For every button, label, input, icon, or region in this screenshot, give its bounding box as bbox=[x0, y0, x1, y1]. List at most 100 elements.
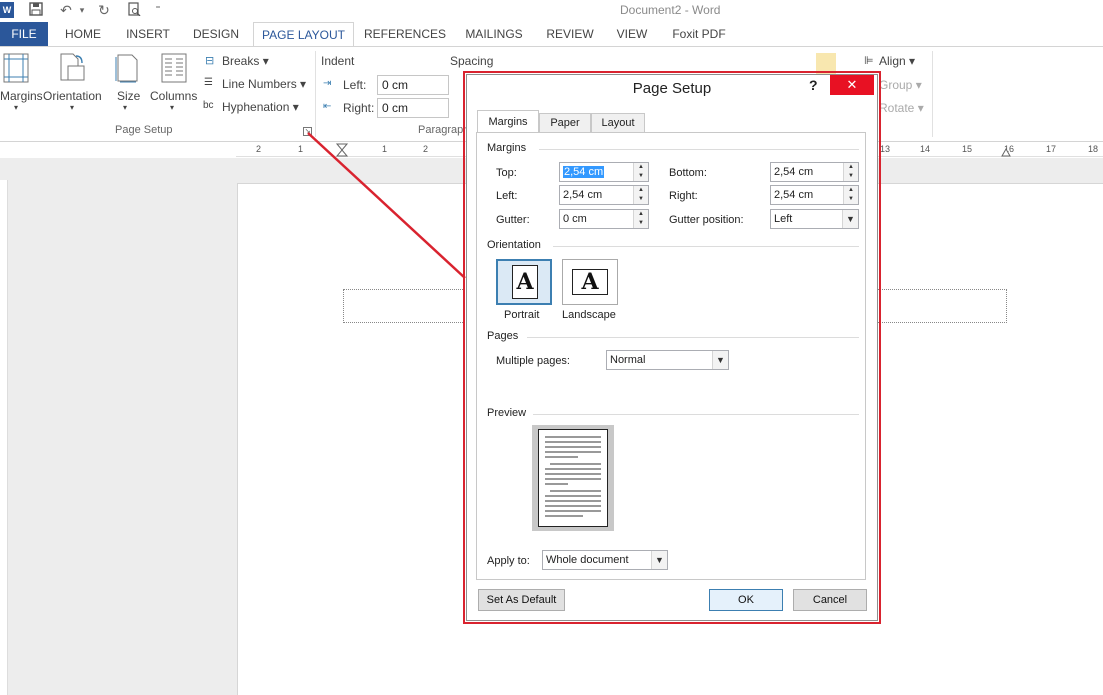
spacing-heading: Spacing bbox=[450, 54, 494, 68]
margins-button[interactable]: Margins bbox=[0, 89, 43, 103]
size-button[interactable]: Size bbox=[117, 89, 140, 103]
line-numbers-icon: ☰ bbox=[204, 77, 213, 88]
indent-left-label: Left: bbox=[343, 78, 367, 92]
rotate-button[interactable]: Rotate ▾ bbox=[879, 101, 924, 115]
multiple-pages-select[interactable]: Normal ▼ bbox=[606, 350, 729, 370]
ruler-tick: 14 bbox=[920, 144, 931, 154]
ribbon-separator bbox=[932, 51, 933, 137]
chevron-down-icon[interactable]: ▼ bbox=[651, 551, 667, 569]
indent-left-value: 0 cm bbox=[382, 78, 409, 92]
columns-icon[interactable] bbox=[160, 53, 188, 83]
tab-references[interactable]: REFERENCES bbox=[362, 22, 448, 47]
pages-section-label: Pages bbox=[487, 330, 519, 342]
word-logo-icon[interactable]: W bbox=[0, 2, 14, 18]
line-numbers-button[interactable]: Line Numbers ▾ bbox=[222, 77, 306, 91]
left-margin-input[interactable]: 2,54 cm ▲ ▼ bbox=[559, 185, 649, 205]
section-divider bbox=[539, 149, 859, 150]
size-dropdown-icon[interactable]: ▾ bbox=[123, 103, 127, 112]
gutter-spinner[interactable]: ▲ ▼ bbox=[633, 210, 648, 228]
ruler-tick: 18 bbox=[1088, 144, 1099, 154]
size-icon[interactable] bbox=[114, 53, 142, 83]
breaks-label: Breaks bbox=[222, 54, 260, 68]
save-icon[interactable] bbox=[28, 2, 44, 18]
landscape-label: Landscape bbox=[562, 309, 616, 321]
right-margin-spinner[interactable]: ▲ ▼ bbox=[843, 186, 858, 204]
tab-file[interactable]: FILE bbox=[0, 22, 48, 47]
align-button[interactable]: Align ▾ bbox=[879, 54, 915, 68]
hyphenation-icon: bc bbox=[203, 100, 214, 111]
columns-dropdown-icon[interactable]: ▾ bbox=[170, 103, 174, 112]
gutter-position-label: Gutter position: bbox=[669, 214, 744, 226]
redo-icon[interactable]: ↻ bbox=[96, 2, 112, 18]
breaks-button[interactable]: Breaks ▾ bbox=[222, 54, 269, 68]
tab-insert[interactable]: INSERT bbox=[120, 22, 176, 47]
landscape-page-icon: A bbox=[572, 269, 608, 295]
set-as-default-button[interactable]: Set As Default bbox=[478, 589, 565, 611]
indent-heading: Indent bbox=[321, 54, 355, 68]
orientation-dropdown-icon[interactable]: ▾ bbox=[70, 103, 74, 112]
ruler-corner bbox=[0, 143, 10, 157]
apply-to-value: Whole document bbox=[546, 554, 629, 566]
dialog-title-bar[interactable]: Page Setup ? ✕ bbox=[467, 75, 877, 103]
tab-review[interactable]: REVIEW bbox=[540, 22, 600, 47]
bottom-margin-value: 2,54 cm bbox=[774, 166, 814, 178]
undo-icon[interactable]: ↶ bbox=[58, 2, 74, 18]
vertical-ruler[interactable] bbox=[0, 180, 8, 695]
preview-page-icon bbox=[538, 429, 608, 527]
hyphenation-label: Hyphenation bbox=[222, 100, 290, 114]
orientation-icon[interactable] bbox=[58, 52, 86, 82]
tab-design[interactable]: DESIGN bbox=[186, 22, 246, 47]
close-icon[interactable]: ✕ bbox=[830, 75, 874, 95]
tab-layout[interactable]: Layout bbox=[591, 113, 645, 133]
indent-left-input[interactable]: 0 cm bbox=[377, 75, 449, 95]
multiple-pages-value: Normal bbox=[610, 354, 646, 366]
tab-home[interactable]: HOME bbox=[56, 22, 110, 47]
tab-paper[interactable]: Paper bbox=[539, 113, 591, 133]
portrait-option[interactable]: A bbox=[496, 259, 552, 305]
window-title: Document2 - Word bbox=[620, 3, 721, 17]
page-setup-dialog: Page Setup ? ✕ Margins Paper Layout Marg… bbox=[466, 74, 878, 621]
ok-button[interactable]: OK bbox=[709, 589, 783, 611]
gutter-input[interactable]: 0 cm ▲ ▼ bbox=[559, 209, 649, 229]
section-divider bbox=[533, 414, 859, 415]
chevron-down-icon[interactable]: ▼ bbox=[842, 210, 858, 228]
tab-page-layout[interactable]: PAGE LAYOUT bbox=[253, 22, 354, 48]
margins-icon[interactable] bbox=[2, 53, 30, 83]
indent-left-icon: ⇥ bbox=[323, 78, 332, 89]
top-margin-input[interactable]: 2,54 cm ▲ ▼ bbox=[559, 162, 649, 182]
bottom-margin-input[interactable]: 2,54 cm ▲ ▼ bbox=[770, 162, 859, 182]
right-label: Right: bbox=[669, 190, 698, 202]
help-icon[interactable]: ? bbox=[809, 77, 818, 93]
margins-dropdown-icon[interactable]: ▾ bbox=[14, 103, 18, 112]
apply-to-select[interactable]: Whole document ▼ bbox=[542, 550, 668, 570]
columns-button[interactable]: Columns bbox=[150, 89, 197, 103]
cancel-button[interactable]: Cancel bbox=[793, 589, 867, 611]
tab-view[interactable]: VIEW bbox=[610, 22, 654, 47]
group-button[interactable]: Group ▾ bbox=[879, 78, 922, 92]
rotate-label: Rotate bbox=[879, 101, 915, 115]
ruler-tick: 15 bbox=[962, 144, 973, 154]
hyphenation-button[interactable]: Hyphenation ▾ bbox=[222, 100, 299, 114]
ribbon-tabs: FILE HOME INSERT DESIGN PAGE LAYOUT REFE… bbox=[0, 22, 1103, 48]
print-preview-icon[interactable] bbox=[126, 2, 142, 18]
right-margin-input[interactable]: 2,54 cm ▲ ▼ bbox=[770, 185, 859, 205]
top-margin-spinner[interactable]: ▲ ▼ bbox=[633, 163, 648, 181]
tab-mailings[interactable]: MAILINGS bbox=[458, 22, 530, 47]
left-margin-spinner[interactable]: ▲ ▼ bbox=[633, 186, 648, 204]
tab-margins[interactable]: Margins bbox=[477, 110, 539, 133]
chevron-down-icon[interactable]: ▼ bbox=[712, 351, 728, 369]
gutter-position-select[interactable]: Left ▼ bbox=[770, 209, 859, 229]
right-margin-value: 2,54 cm bbox=[774, 189, 814, 201]
align-icon: ⊫ bbox=[864, 55, 874, 67]
apply-to-label: Apply to: bbox=[487, 555, 530, 567]
landscape-option[interactable]: A bbox=[562, 259, 618, 305]
right-indent-marker-icon[interactable] bbox=[1001, 147, 1011, 157]
customize-icon[interactable]: ⁼ bbox=[150, 2, 166, 18]
bottom-margin-spinner[interactable]: ▲ ▼ bbox=[843, 163, 858, 181]
indent-right-icon: ⇤ bbox=[323, 101, 332, 112]
indent-right-input[interactable]: 0 cm bbox=[377, 98, 449, 118]
indent-right-label: Right: bbox=[343, 101, 375, 115]
orientation-button[interactable]: Orientation bbox=[43, 89, 102, 103]
tab-foxit-pdf[interactable]: Foxit PDF bbox=[664, 22, 734, 47]
undo-dropdown-icon[interactable]: ▾ bbox=[74, 2, 90, 18]
